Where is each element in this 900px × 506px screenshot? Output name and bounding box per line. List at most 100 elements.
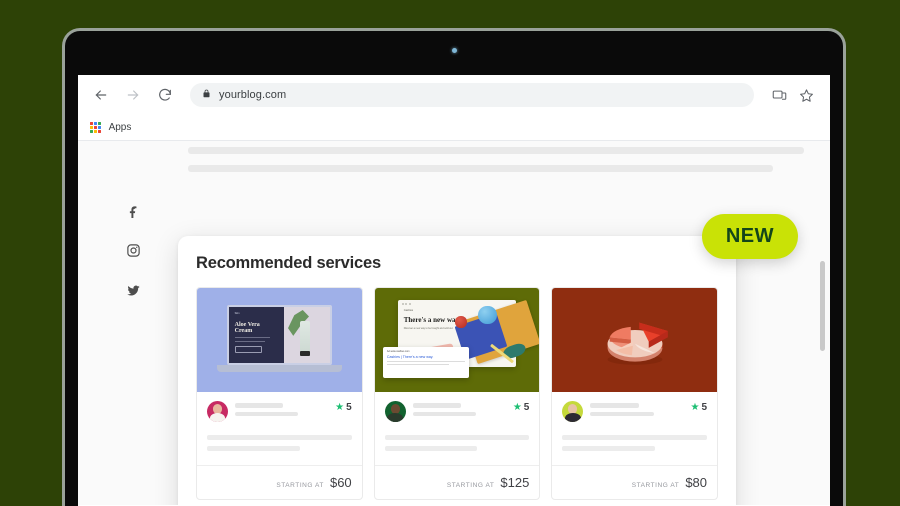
avatar xyxy=(207,401,228,422)
page-skeleton-text xyxy=(188,147,804,183)
skeleton-line xyxy=(386,363,449,365)
laptop-device-frame: yourblog.com Apps NEW Recommended servic… xyxy=(62,28,846,506)
mock-cta-button xyxy=(234,345,262,353)
search-result-mockup: Ad www.cashies.com Cashies | There's a n… xyxy=(382,347,469,379)
skeleton-line xyxy=(207,446,300,451)
window-dots-icon xyxy=(398,300,517,308)
star-icon: ★ xyxy=(335,401,345,413)
star-icon: ★ xyxy=(690,401,700,413)
rating-value: 5 xyxy=(346,402,352,413)
serp-title: Cashies | There's a new way. xyxy=(386,354,434,359)
rating: ★ 5 xyxy=(335,401,352,413)
lock-icon xyxy=(202,86,211,104)
skeleton-line xyxy=(384,435,530,440)
laptop-mockup-icon: Skin Aloe Vera Cream xyxy=(226,304,333,365)
service-description-placeholder xyxy=(384,435,530,465)
service-card-body: ★ 5 xyxy=(552,392,717,465)
seller-row: ★ 5 xyxy=(562,401,707,422)
forward-arrow-icon[interactable] xyxy=(122,84,144,106)
social-share-rail xyxy=(126,203,141,303)
apps-grid-icon[interactable] xyxy=(90,122,101,133)
browser-toolbar: yourblog.com xyxy=(78,75,830,115)
red-sphere-icon xyxy=(455,316,467,328)
price-label: STARTING AT xyxy=(631,482,680,489)
facebook-icon[interactable] xyxy=(126,203,141,223)
service-cards-row: Skin Aloe Vera Cream ★ 5 STARTING AT $60… xyxy=(196,287,719,500)
skeleton-line xyxy=(207,435,352,440)
instagram-icon[interactable] xyxy=(126,243,141,263)
avatar-body xyxy=(564,413,581,422)
seller-name-placeholder xyxy=(412,401,506,416)
rating: ★ 5 xyxy=(690,401,707,413)
recommended-services-card: NEW Recommended services Skin Aloe Vera … xyxy=(178,214,798,505)
reload-icon[interactable] xyxy=(154,84,176,106)
skeleton-line xyxy=(590,403,639,408)
rating: ★ 5 xyxy=(513,401,530,413)
avatar-body xyxy=(387,413,404,422)
service-thumbnail-pie-chart xyxy=(552,288,718,392)
blue-sphere-icon xyxy=(478,305,497,324)
mock-headline: Aloe Vera Cream xyxy=(234,321,260,335)
seller-name-placeholder xyxy=(590,401,683,416)
skeleton-line xyxy=(562,446,655,451)
star-icon: ★ xyxy=(512,401,522,413)
skeleton-line xyxy=(412,403,462,408)
address-bar-url: yourblog.com xyxy=(219,89,287,101)
page-scrollbar[interactable] xyxy=(820,261,825,351)
avatar xyxy=(562,401,584,422)
skeleton-line xyxy=(590,411,654,416)
avatar-body xyxy=(209,413,226,422)
browser-chrome: yourblog.com Apps xyxy=(78,75,830,141)
price-row: STARTING AT $60 xyxy=(197,465,362,499)
skeleton-line xyxy=(386,360,465,362)
serp-ad-label: Ad www.cashies.com xyxy=(386,350,410,354)
mock-brand: Skin xyxy=(234,311,240,315)
card-title: Recommended services xyxy=(196,254,381,272)
back-arrow-icon[interactable] xyxy=(90,84,112,106)
service-thumbnail-aloe-vera: Skin Aloe Vera Cream xyxy=(197,288,362,392)
service-card[interactable]: Skin Aloe Vera Cream ★ 5 STARTING AT $60 xyxy=(196,287,363,500)
service-card-body: ★ 5 xyxy=(197,392,362,465)
star-icon[interactable] xyxy=(799,88,814,103)
twitter-icon[interactable] xyxy=(126,283,141,303)
price-label: STARTING AT xyxy=(276,482,324,489)
price-value: $125 xyxy=(500,475,530,490)
skeleton-line xyxy=(188,147,804,154)
service-description-placeholder xyxy=(207,435,352,465)
pie-chart-3d-icon xyxy=(598,311,672,369)
bottle-cap-icon xyxy=(299,350,310,357)
skeleton-line xyxy=(562,435,708,440)
webcam-dot-icon xyxy=(452,48,457,53)
mock-rule xyxy=(234,337,270,339)
seller-row: ★ 5 xyxy=(384,401,530,422)
bookmarks-bar: Apps xyxy=(78,115,830,141)
price-value: $80 xyxy=(685,475,708,490)
price-row: STARTING AT $80 xyxy=(552,465,718,499)
web-page-content: NEW Recommended services Skin Aloe Vera … xyxy=(78,141,830,505)
price-value: $60 xyxy=(329,475,352,490)
address-bar[interactable]: yourblog.com xyxy=(190,83,754,107)
service-thumbnail-new-way: Cashies There's a new way. Discover a ne… xyxy=(374,288,540,392)
toolbar-icons xyxy=(772,88,818,103)
rating-value: 5 xyxy=(523,402,530,413)
avatar xyxy=(384,401,406,422)
skeleton-line xyxy=(235,403,284,408)
laptop-base-icon xyxy=(216,364,342,373)
service-description-placeholder xyxy=(562,435,708,465)
service-card[interactable]: ★ 5 STARTING AT $80 xyxy=(551,287,719,500)
new-badge: NEW xyxy=(701,214,798,259)
service-card[interactable]: Cashies There's a new way. Discover a ne… xyxy=(373,287,541,500)
skeleton-line xyxy=(384,446,478,451)
cream-bottle-icon xyxy=(299,321,310,353)
skeleton-line xyxy=(412,411,476,416)
apps-bookmark-label[interactable]: Apps xyxy=(109,122,132,133)
cast-icon[interactable] xyxy=(772,88,787,103)
price-row: STARTING AT $125 xyxy=(374,465,540,499)
rating-value: 5 xyxy=(701,402,708,413)
skeleton-line xyxy=(188,165,774,172)
seller-name-placeholder xyxy=(235,401,328,416)
laptop-screen: yourblog.com Apps NEW Recommended servic… xyxy=(78,75,830,506)
service-card-body: ★ 5 xyxy=(375,392,540,465)
seller-row: ★ 5 xyxy=(207,401,352,422)
skeleton-line xyxy=(235,411,299,416)
